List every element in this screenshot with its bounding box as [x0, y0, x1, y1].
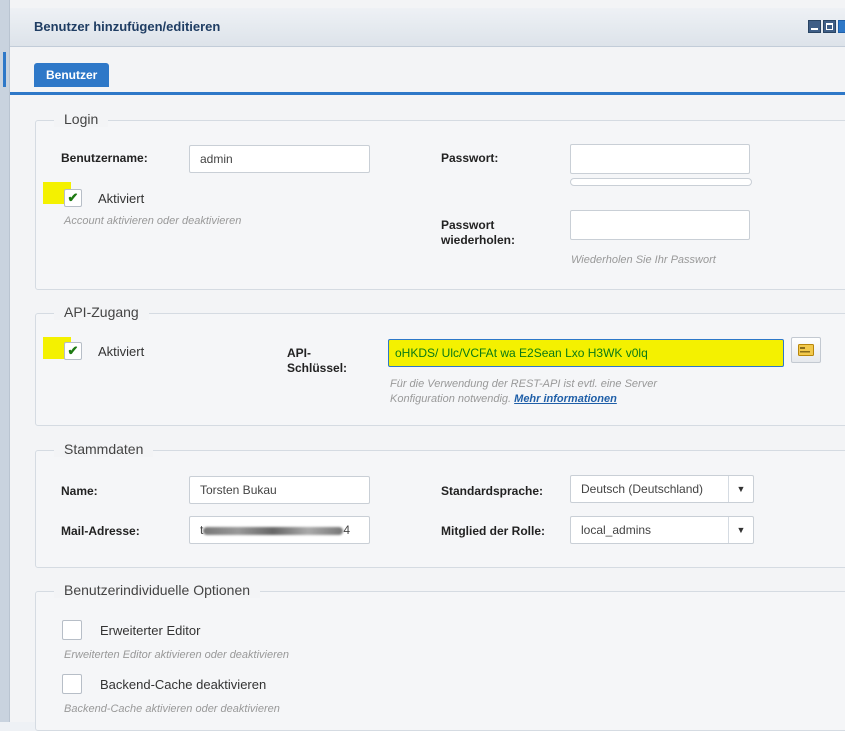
mail-value-suffix: 4: [343, 523, 351, 537]
user-dialog: Benutzer hinzufügen/editieren Benutzer L…: [9, 0, 845, 731]
login-active-checkbox[interactable]: ✔: [64, 189, 82, 207]
language-select[interactable]: Deutsch (Deutschland) ▼: [570, 475, 754, 503]
left-edge-accent: [3, 52, 6, 87]
more-info-link[interactable]: Mehr informationen: [514, 393, 617, 405]
checkmark-icon: ✔: [67, 190, 79, 205]
username-label: Benutzername:: [61, 151, 148, 165]
password-repeat-label: Passwort wiederholen:: [441, 218, 515, 248]
cache-label: Backend-Cache deaktivieren: [100, 677, 267, 692]
password-repeat-label-line2: wiederholen:: [441, 233, 516, 247]
api-section: API-Zugang: [35, 304, 845, 426]
key-card-icon: [798, 344, 814, 356]
api-hint-line2: Konfiguration notwendig.: [390, 393, 512, 405]
api-key-label-line2: Schlüssel:: [287, 361, 348, 375]
name-input[interactable]: Torsten Bukau: [189, 476, 370, 504]
api-hint-line1: Für die Verwendung der REST-API ist evtl…: [390, 378, 657, 390]
password-input[interactable]: [570, 144, 750, 174]
login-active-label: Aktiviert: [98, 191, 145, 206]
minimize-icon[interactable]: [808, 20, 821, 33]
name-label: Name:: [61, 484, 98, 498]
login-active-hint: Account aktivieren oder deaktivieren: [64, 215, 242, 227]
redacted-mail: [203, 526, 344, 535]
api-active-checkbox[interactable]: ✔: [64, 342, 82, 360]
password-repeat-input[interactable]: [570, 210, 750, 240]
dialog-titlebar: Benutzer hinzufügen/editieren: [10, 8, 845, 47]
api-key-label: API- Schlüssel:: [287, 346, 347, 376]
dialog-title: Benutzer hinzufügen/editieren: [34, 19, 221, 34]
api-hint: Für die Verwendung der REST-API ist evtl…: [390, 377, 657, 407]
role-label: Mitglied der Rolle:: [441, 524, 546, 538]
password-strength-bar: [570, 178, 752, 186]
editor-label: Erweiterter Editor: [100, 623, 201, 638]
maximize-icon[interactable]: [823, 20, 836, 33]
password-label: Passwort:: [441, 151, 499, 165]
api-key-label-line1: API-: [287, 346, 311, 360]
close-icon[interactable]: [838, 20, 845, 33]
options-legend: Benutzerindividuelle Optionen: [54, 582, 261, 598]
password-repeat-hint: Wiederholen Sie Ihr Passwort: [571, 254, 716, 266]
generate-key-button[interactable]: [791, 337, 821, 363]
api-legend: API-Zugang: [54, 304, 149, 320]
cache-checkbox[interactable]: [62, 674, 82, 694]
chevron-down-icon[interactable]: ▼: [728, 517, 753, 543]
login-legend: Login: [54, 111, 109, 127]
username-input[interactable]: admin: [189, 145, 370, 173]
checkmark-icon: ✔: [67, 343, 79, 358]
api-active-label: Aktiviert: [98, 344, 145, 359]
tab-benutzer[interactable]: Benutzer: [34, 63, 110, 87]
chevron-down-icon[interactable]: ▼: [728, 476, 753, 502]
role-select[interactable]: local_admins ▼: [570, 516, 754, 544]
window-controls: [808, 20, 845, 33]
language-value: Deutsch (Deutschland): [581, 482, 704, 496]
left-edge: [0, 0, 9, 722]
stammdaten-section: Stammdaten: [35, 441, 845, 568]
api-key-input[interactable]: oHKDS/ Ulc/VCFAt wa E2Sean Lxo H3WK v0lq: [388, 339, 784, 367]
mail-label: Mail-Adresse:: [61, 524, 140, 538]
editor-checkbox[interactable]: [62, 620, 82, 640]
cache-hint: Backend-Cache aktivieren oder deaktivier…: [64, 703, 280, 715]
role-value: local_admins: [581, 523, 652, 537]
stammdaten-legend: Stammdaten: [54, 441, 154, 457]
editor-hint: Erweiterten Editor aktivieren oder deakt…: [64, 649, 290, 661]
password-repeat-label-line1: Passwort: [441, 218, 495, 232]
mail-input[interactable]: t4: [189, 516, 370, 544]
language-label: Standardsprache:: [441, 484, 544, 498]
tab-strip: Benutzer: [10, 47, 845, 95]
